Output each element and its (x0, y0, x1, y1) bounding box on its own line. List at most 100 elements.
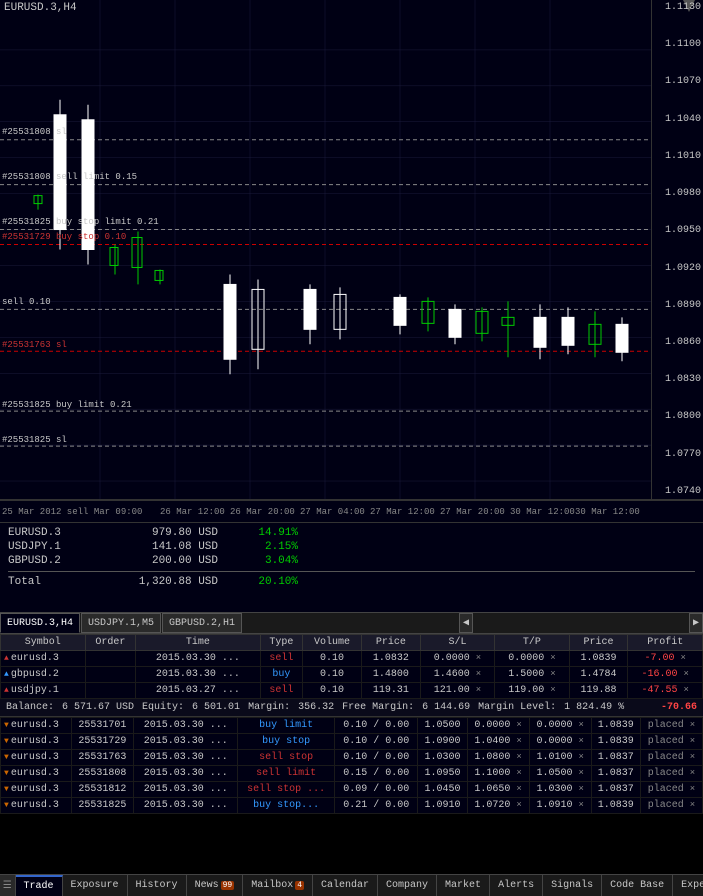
pending-order: 25531812 (71, 782, 134, 798)
pending-symbol: ▼ eurusd.3 (1, 782, 72, 798)
pending-order: 25531701 (71, 718, 134, 734)
open-trades-body: ▲ eurusd.3 2015.03.30 ... sell 0.10 1.08… (1, 651, 703, 699)
toolbox-button[interactable]: ☰ (0, 875, 16, 896)
pending-type: buy stop... (238, 798, 335, 814)
bottom-tab-history[interactable]: History (128, 875, 187, 896)
col-symbol: Symbol (1, 635, 86, 651)
col-profit: Profit (628, 635, 703, 651)
pending-curprice: 1.0839 (591, 798, 640, 814)
pending-time: 2015.03.30 ... (134, 718, 238, 734)
pending-order: 25531729 (71, 734, 134, 750)
bottom-tab-trade[interactable]: Trade (16, 875, 63, 896)
free-margin-label: Free Margin: (342, 702, 414, 713)
pending-volume: 0.10 / 0.00 (335, 718, 418, 734)
order-label-buylimit-825: #25531825 buy limit 0.21 (2, 400, 132, 410)
order-label-sl-763: #25531763 sl (2, 340, 67, 350)
time-axis: 25 Mar 2012 sell Mar 09:00 26 Mar 12:00 … (0, 500, 703, 522)
pending-status: placed × (640, 750, 702, 766)
time-label-1: 25 Mar 2012 sell Mar 09:00 (2, 507, 142, 517)
col-sl: S/L (420, 635, 494, 651)
trade-tp: 1.5000 × (495, 667, 569, 683)
pending-order: 25531763 (71, 750, 134, 766)
pending-volume: 0.10 / 0.00 (335, 734, 418, 750)
pending-volume: 0.21 / 0.00 (335, 798, 418, 814)
pending-type: sell stop ... (238, 782, 335, 798)
pending-sl: 1.0400 × (467, 734, 529, 750)
pending-sl: 1.0800 × (467, 750, 529, 766)
trade-type: buy (260, 667, 302, 683)
chart-tab-gbpusd[interactable]: GBPUSD.2,H1 (162, 613, 242, 633)
pending-sl: 1.0720 × (467, 798, 529, 814)
order-label-buystop-825: #25531825 buy stop limit 0.21 (2, 217, 159, 227)
tab-nav-right[interactable]: ▶ (689, 613, 703, 633)
chart-tabs: EURUSD.3,H4 USDJPY.1,M5 GBPUSD.2,H1 ◀ ▶ (0, 612, 703, 634)
candlestick-chart (0, 0, 651, 499)
price-14: 1.0740 (652, 486, 703, 497)
balance-row: Balance: 6 571.67 USD Equity: 6 501.01 M… (0, 699, 703, 717)
trade-symbol: ▲ gbpusd.2 (1, 667, 86, 683)
trade-time: 2015.03.30 ... (136, 651, 261, 667)
trade-price: 1.0832 (361, 651, 420, 667)
pending-order: 25531808 (71, 766, 134, 782)
time-label-4: 27 Mar 04:00 (300, 507, 365, 517)
pending-sl: 0.0000 × (467, 718, 529, 734)
pending-type: buy stop (238, 734, 335, 750)
summary-total-pct: 20.10% (218, 576, 298, 588)
chart-tab-eurusd[interactable]: EURUSD.3,H4 (0, 613, 80, 633)
bottom-tab-bar: ☰ TradeExposureHistoryNews99Mailbox4Cale… (0, 874, 703, 896)
price-1: 1.1130 (652, 2, 703, 13)
trade-time: 2015.03.30 ... (136, 667, 261, 683)
bottom-tab-calendar[interactable]: Calendar (313, 875, 378, 896)
bottom-tab-company[interactable]: Company (378, 875, 437, 896)
pending-price: 1.0500 (418, 718, 467, 734)
trade-profit: -47.55 × (628, 683, 703, 699)
chart-tab-gbpusd-label: GBPUSD.2,H1 (169, 618, 235, 629)
col-type: Type (260, 635, 302, 651)
bottom-tab-exposure[interactable]: Exposure (63, 875, 128, 896)
col-curprice: Price (569, 635, 628, 651)
badge-news: 99 (221, 881, 235, 890)
col-tp: T/P (495, 635, 569, 651)
bottom-tab-news[interactable]: News99 (187, 875, 244, 896)
margin-level-label: Margin Level: (478, 702, 556, 713)
pending-curprice: 1.0839 (591, 718, 640, 734)
chart-tab-usdjpy[interactable]: USDJPY.1,M5 (81, 613, 161, 633)
pending-symbol: ▼ eurusd.3 (1, 718, 72, 734)
price-13: 1.0770 (652, 449, 703, 460)
pending-price: 1.0950 (418, 766, 467, 782)
summary-symbol-gbpusd: GBPUSD.2 (8, 555, 98, 567)
col-price: Price (361, 635, 420, 651)
pending-volume: 0.10 / 0.00 (335, 750, 418, 766)
tab-nav-left[interactable]: ◀ (459, 613, 473, 633)
trade-table-area: Symbol Order Time Type Volume Price S/L … (0, 634, 703, 814)
pending-order-row: ▼ eurusd.3 25531812 2015.03.30 ... sell … (1, 782, 703, 798)
time-label-7: 30 Mar 12:00 (510, 507, 575, 517)
pending-status: placed × (640, 782, 702, 798)
price-4: 1.1040 (652, 114, 703, 125)
trade-volume: 0.10 (303, 667, 362, 683)
order-label-buystop-729: #25531729 buy stop 0.10 (2, 232, 126, 242)
bottom-tab-market[interactable]: Market (437, 875, 490, 896)
free-margin-value: 6 144.69 (422, 702, 470, 713)
trade-time: 2015.03.27 ... (136, 683, 261, 699)
pending-orders-body: ▼ eurusd.3 25531701 2015.03.30 ... buy l… (1, 718, 703, 814)
price-7: 1.0950 (652, 225, 703, 236)
pending-type: sell stop (238, 750, 335, 766)
bottom-tab-mailbox[interactable]: Mailbox4 (243, 875, 313, 896)
trade-row: ▲ eurusd.3 2015.03.30 ... sell 0.10 1.08… (1, 651, 703, 667)
pending-status: placed × (640, 798, 702, 814)
trade-sl: 121.00 × (420, 683, 494, 699)
bottom-tab-expert[interactable]: Expert (673, 875, 703, 896)
bottom-tab-alerts[interactable]: Alerts (490, 875, 543, 896)
balance-label: Balance: (6, 702, 54, 713)
col-time: Time (136, 635, 261, 651)
price-3: 1.1070 (652, 76, 703, 87)
pending-time: 2015.03.30 ... (134, 734, 238, 750)
pending-curprice: 1.0837 (591, 750, 640, 766)
bottom-tab-signals[interactable]: Signals (543, 875, 602, 896)
summary-panel: EURUSD.3 979.80 USD 14.91% USDJPY.1 141.… (0, 522, 703, 612)
trade-type: sell (260, 651, 302, 667)
trade-table-header: Symbol Order Time Type Volume Price S/L … (1, 635, 703, 651)
trade-order (85, 667, 136, 683)
bottom-tab-code-base[interactable]: Code Base (602, 875, 673, 896)
